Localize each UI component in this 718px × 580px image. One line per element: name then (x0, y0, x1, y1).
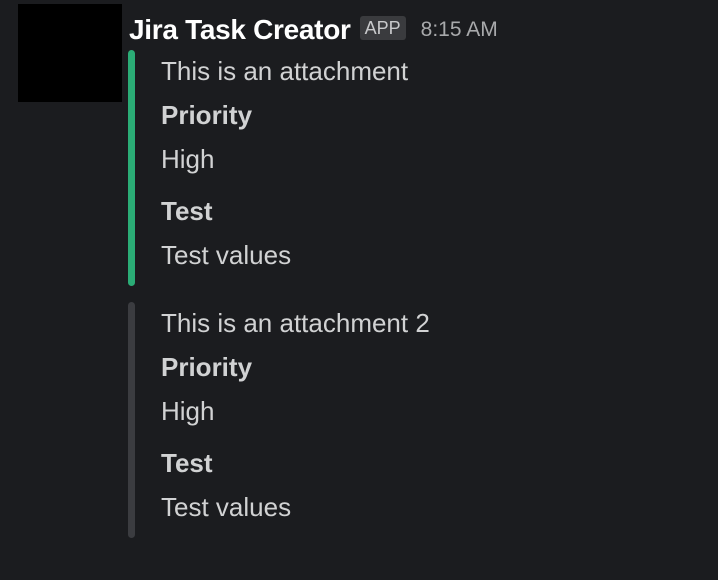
field-label-priority: Priority (161, 100, 253, 130)
field-label-priority: Priority (161, 352, 253, 382)
attachment-color-bar (128, 302, 135, 538)
attachment: This is an attachment 2 Priority High Te… (128, 302, 688, 538)
sender-name[interactable]: Jira Task Creator (129, 14, 351, 46)
message-header: Jira Task Creator APP 8:15 AM (129, 12, 498, 48)
field-value-priority: High (161, 396, 215, 426)
app-badge: APP (359, 16, 406, 40)
field-value-test: Test values (161, 240, 292, 270)
attachment: This is an attachment Priority High Test… (128, 50, 688, 286)
attachment-title: This is an attachment 2 (161, 308, 430, 338)
message-timestamp[interactable]: 8:15 AM (421, 18, 498, 42)
field-value-test: Test values (161, 492, 292, 522)
attachment-color-bar (128, 50, 135, 286)
avatar[interactable] (18, 4, 122, 102)
field-label-test: Test (161, 196, 213, 226)
chat-message: Jira Task Creator APP 8:15 AM This is an… (0, 0, 718, 580)
attachment-title: This is an attachment (161, 56, 409, 86)
field-value-priority: High (161, 144, 215, 174)
field-label-test: Test (161, 448, 213, 478)
